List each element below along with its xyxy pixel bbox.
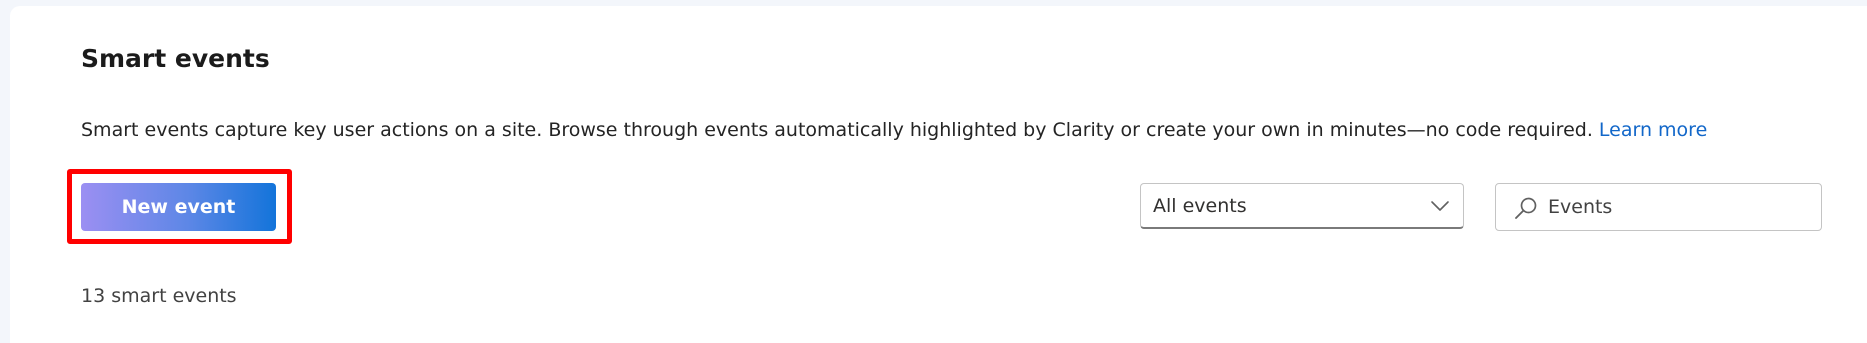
- new-event-button[interactable]: New event: [81, 183, 276, 231]
- page-title: Smart events: [81, 44, 270, 73]
- learn-more-link[interactable]: Learn more: [1599, 119, 1707, 141]
- events-count: 13 smart events: [81, 285, 237, 307]
- description-text: Smart events capture key user actions on…: [81, 119, 1599, 141]
- chevron-down-icon: [1431, 201, 1449, 211]
- search-icon: [1515, 197, 1537, 219]
- description: Smart events capture key user actions on…: [81, 119, 1707, 141]
- search-input[interactable]: [1548, 192, 1808, 222]
- event-filter-value: All events: [1153, 195, 1247, 217]
- event-filter-dropdown[interactable]: All events: [1140, 183, 1464, 229]
- search-box[interactable]: [1495, 183, 1822, 231]
